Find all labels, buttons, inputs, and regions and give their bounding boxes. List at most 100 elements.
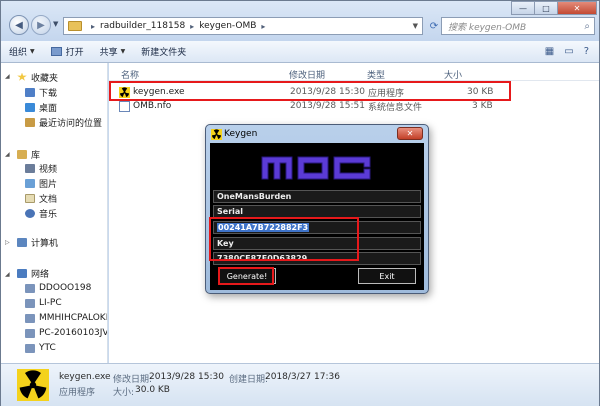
sidebar-computer[interactable]: 计算机 — [17, 235, 58, 249]
exit-label: Exit — [379, 271, 395, 281]
sidebar-item-label: DDOOO198 — [39, 283, 92, 293]
folder-icon — [68, 21, 82, 31]
chevron-right-icon[interactable]: ▸ — [91, 22, 95, 31]
search-input[interactable]: 搜索 keygen-OMB ⌕ — [441, 17, 595, 35]
chevron-right-icon[interactable]: ▸ — [190, 22, 194, 31]
sidebar-item-network-pc[interactable]: DDOOO198 — [25, 281, 91, 295]
share-label: 共享 — [99, 48, 118, 58]
command-bar: 组织 ▼ 打开 共享 ▼ 新建文件夹 ▦ ▭ ? — [1, 41, 599, 63]
picture-icon — [25, 178, 35, 188]
close-button[interactable]: ✕ — [557, 1, 597, 15]
help-icon[interactable]: ? — [584, 46, 589, 57]
highlight-box — [218, 267, 274, 285]
name-value: OneMansBurden — [217, 192, 292, 201]
sidebar-item-label: 最近访问的位置 — [39, 118, 103, 129]
breadcrumb[interactable]: ▸ radbuilder_118158 ▸ keygen-OMB ▸ ▼ — [63, 17, 423, 35]
keygen-dialog: Keygen ✕ OneMansBurden Serial 00241A7B72… — [205, 124, 429, 294]
address-bar-area: ◀ ▶ ▼ ▸ radbuilder_118158 ▸ keygen-OMB ▸… — [1, 1, 599, 41]
table-row[interactable]: OMB.nfo 2013/9/28 15:51 系统信息文件 3 KB — [115, 99, 501, 113]
file-name: OMB.nfo — [133, 101, 172, 111]
sidebar-header-label: 收藏夹 — [31, 73, 59, 84]
computer-icon — [25, 328, 35, 338]
open-button[interactable]: 打开 — [43, 45, 92, 58]
download-icon — [25, 87, 35, 97]
search-placeholder: 搜索 keygen-OMB — [448, 22, 527, 33]
preview-pane-icon[interactable]: ▭ — [564, 46, 573, 57]
organize-menu[interactable]: 组织 ▼ — [1, 45, 43, 58]
open-icon — [50, 47, 62, 56]
file-date: 2013/9/28 15:51 — [290, 101, 365, 111]
highlight-box — [109, 81, 511, 101]
share-menu[interactable]: 共享 ▼ — [92, 45, 134, 58]
sidebar-item-label: 文档 — [39, 194, 58, 205]
sidebar-favorites[interactable]: 收藏夹 — [17, 70, 58, 84]
library-icon — [17, 149, 27, 159]
new-folder-button[interactable]: 新建文件夹 — [133, 45, 194, 58]
sidebar-item-label: 下载 — [39, 88, 58, 99]
sidebar-header-label: 库 — [31, 150, 41, 161]
info-file-icon — [119, 100, 130, 112]
video-icon — [25, 163, 35, 173]
expand-icon[interactable]: ▷ — [5, 239, 10, 246]
view-options-icon[interactable]: ▦ — [545, 46, 554, 57]
radiation-icon — [17, 369, 49, 401]
chevron-down-icon[interactable]: ▼ — [413, 22, 418, 30]
omb-logo — [261, 156, 371, 180]
maximize-button[interactable]: □ — [534, 1, 558, 15]
minimize-button[interactable]: — — [511, 1, 535, 15]
back-button[interactable]: ◀ — [9, 15, 29, 35]
collapse-icon[interactable]: ◢ — [5, 73, 10, 80]
details-size-value: 30.0 KB — [135, 385, 170, 395]
computer-icon — [25, 298, 35, 308]
details-file-name: keygen.exe — [59, 372, 111, 382]
sidebar-item-desktop[interactable]: 桌面 — [25, 100, 57, 114]
column-size[interactable]: 大小 — [444, 68, 462, 81]
sidebar-item-downloads[interactable]: 下载 — [25, 85, 57, 99]
document-icon — [25, 193, 35, 203]
sidebar-item-network-pc[interactable]: MMHIHCPALOKNI — [25, 311, 107, 325]
breadcrumb-item[interactable]: radbuilder_118158 — [100, 21, 185, 31]
window-controls: — □ ✕ — [511, 1, 597, 15]
details-pane: keygen.exe 修改日期: 2013/9/28 15:30 创建日期: 2… — [1, 363, 599, 406]
arrow-left-icon: ◀ — [15, 19, 23, 31]
radiation-icon — [211, 129, 222, 140]
exit-button[interactable]: Exit — [358, 268, 416, 284]
sidebar-item-network-pc[interactable]: YTC — [25, 341, 56, 355]
column-headers: 名称 修改日期 类型 大小 — [109, 65, 599, 81]
sidebar-network[interactable]: 网络 — [17, 266, 49, 280]
forward-button[interactable]: ▶ — [31, 15, 51, 35]
sidebar-item-pictures[interactable]: 图片 — [25, 176, 57, 190]
network-icon — [17, 268, 27, 278]
refresh-button[interactable]: ⟳ — [426, 17, 442, 35]
details-modified-label: 修改日期: — [113, 375, 153, 385]
collapse-icon[interactable]: ◢ — [5, 151, 10, 158]
search-icon[interactable]: ⌕ — [584, 21, 590, 32]
column-date[interactable]: 修改日期 — [289, 68, 325, 81]
music-icon — [25, 208, 35, 218]
navigation-pane: ◢ 收藏夹 下载 桌面 最近访问的位置 ◢ 库 视频 图片 文档 音乐 ▷ 计算… — [1, 63, 108, 363]
sidebar-header-label: 网络 — [31, 269, 50, 280]
sidebar-item-label: 音乐 — [39, 209, 58, 220]
collapse-icon[interactable]: ◢ — [5, 271, 10, 278]
sidebar-header-label: 计算机 — [31, 238, 59, 249]
dialog-close-button[interactable]: ✕ — [397, 127, 423, 140]
sidebar-item-documents[interactable]: 文档 — [25, 191, 57, 205]
sidebar-item-music[interactable]: 音乐 — [25, 206, 57, 220]
highlight-box — [209, 217, 359, 261]
sidebar-item-label: LI-PC — [39, 298, 62, 308]
sidebar-item-network-pc[interactable]: PC-20160103JVOB — [25, 326, 107, 340]
chevron-right-icon[interactable]: ▸ — [261, 22, 265, 31]
recent-pages-dropdown[interactable]: ▼ — [53, 20, 58, 28]
sidebar-item-videos[interactable]: 视频 — [25, 161, 57, 175]
breadcrumb-item[interactable]: keygen-OMB — [199, 21, 256, 31]
name-field[interactable]: OneMansBurden — [213, 190, 421, 203]
details-size-label: 大小: — [113, 388, 135, 398]
column-name[interactable]: 名称 — [121, 68, 139, 81]
sidebar-item-recent[interactable]: 最近访问的位置 — [25, 115, 102, 129]
sidebar-libraries[interactable]: 库 — [17, 147, 40, 161]
organize-label: 组织 — [9, 48, 28, 58]
sidebar-item-network-pc[interactable]: LI-PC — [25, 296, 62, 310]
details-kind: 应用程序 — [59, 388, 96, 398]
details-created-value: 2018/3/27 17:36 — [265, 372, 340, 382]
column-type[interactable]: 类型 — [367, 68, 385, 81]
